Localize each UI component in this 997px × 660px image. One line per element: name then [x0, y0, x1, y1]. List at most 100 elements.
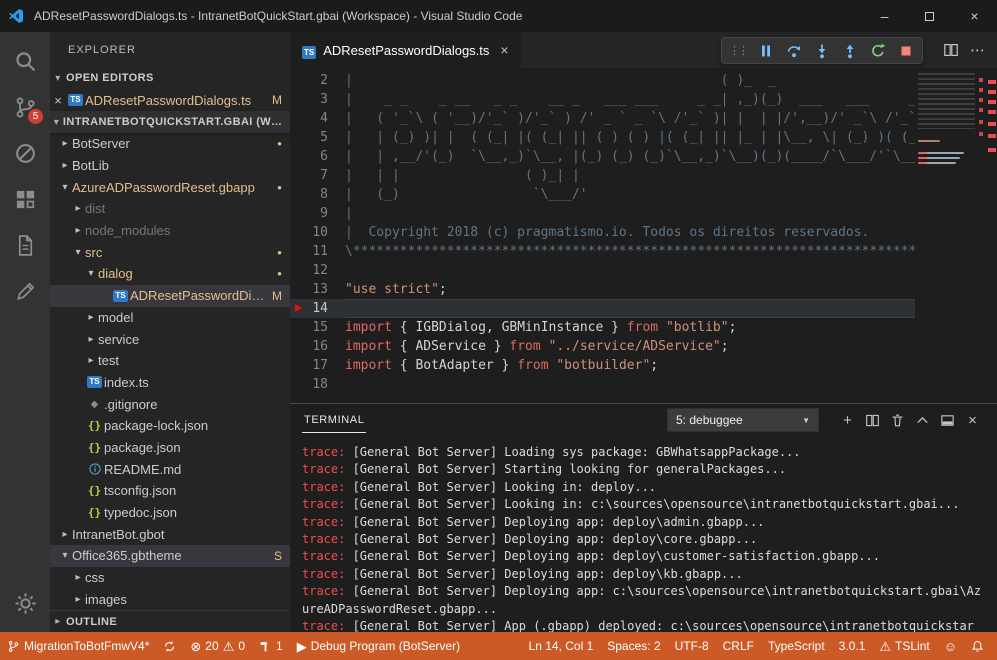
debug-target-status[interactable]: ▶Debug Program (BotServer) — [290, 632, 467, 660]
tree-item-package-lock.json[interactable]: {}package-lock.json — [50, 415, 290, 437]
minimize-button[interactable]: – — [862, 0, 907, 32]
tree-item-css[interactable]: ▸css — [50, 567, 290, 589]
close-panel-button[interactable]: × — [960, 408, 985, 432]
line-number[interactable]: 9 — [290, 204, 345, 223]
open-editor-item[interactable]: × TS ADResetPasswordDialogs.ts M — [50, 89, 290, 111]
stop-button[interactable] — [892, 38, 920, 63]
documents-button[interactable] — [0, 222, 50, 268]
editor-gutter[interactable]: 23456789101112131415161718 — [290, 68, 345, 403]
pause-button[interactable] — [752, 38, 780, 63]
tree-item-botserver[interactable]: ▸BotServer● — [50, 133, 290, 155]
tree-item-src[interactable]: ▾src● — [50, 241, 290, 263]
tree-item-readme.md[interactable]: README.md — [50, 458, 290, 480]
drag-handle-button[interactable]: ⋮⋮ — [724, 38, 752, 63]
language-mode[interactable]: TypeScript — [761, 632, 832, 660]
maximize-button[interactable] — [907, 0, 952, 32]
close-window-button[interactable]: × — [952, 0, 997, 32]
tab-adresetpassworddialogs[interactable]: TS ADResetPasswordDialogs.ts × — [290, 32, 521, 68]
eol-sequence[interactable]: CRLF — [716, 632, 761, 660]
terminal-line: trace: [General Bot Server] Loading sys … — [302, 444, 987, 461]
problems-status[interactable]: ⊗20⚠0 — [183, 632, 252, 660]
step-into-button[interactable] — [808, 38, 836, 63]
code-editor[interactable]: 23456789101112131415161718 | ( )_ _ || _… — [290, 68, 997, 403]
sync-status[interactable] — [156, 632, 183, 660]
title-bar: ADResetPasswordDialogs.ts - IntranetBotQ… — [0, 0, 997, 32]
line-number[interactable]: 5 — [290, 128, 345, 147]
line-number[interactable]: 3 — [290, 90, 345, 109]
kill-terminal-button[interactable] — [885, 408, 910, 432]
settings-button[interactable] — [0, 580, 50, 626]
line-number[interactable]: 12 — [290, 261, 345, 280]
tree-item-label: AzureADPasswordReset.gbapp — [72, 180, 271, 195]
line-number[interactable]: 4 — [290, 109, 345, 128]
tree-item-.gitignore[interactable]: ◆.gitignore — [50, 393, 290, 415]
terminal-selector[interactable]: 5: debuggee ▼ — [667, 408, 819, 432]
more-actions-button[interactable]: ⋯ — [964, 37, 991, 63]
tree-item-index.ts[interactable]: TSindex.ts — [50, 372, 290, 394]
modified-dot-icon: ● — [277, 269, 282, 278]
tree-item-dist[interactable]: ▸dist — [50, 198, 290, 220]
maximize-panel-button[interactable] — [910, 408, 935, 432]
extensions-button[interactable] — [0, 176, 50, 222]
ts-version[interactable]: 3.0.1 — [832, 632, 873, 660]
tree-item-package.json[interactable]: {}package.json — [50, 437, 290, 459]
indentation[interactable]: Spaces: 2 — [600, 632, 667, 660]
tree-item-service[interactable]: ▸service — [50, 328, 290, 350]
debug-button[interactable] — [0, 130, 50, 176]
line-number[interactable]: 13 — [290, 280, 345, 299]
line-number[interactable]: 6 — [290, 147, 345, 166]
line-number[interactable]: 17 — [290, 356, 345, 375]
line-number[interactable]: 15 — [290, 318, 345, 337]
line-number[interactable]: 18 — [290, 375, 345, 394]
terminal-line: trace: [General Bot Server] Deploying ap… — [302, 548, 987, 565]
tree-item-images[interactable]: ▸images — [50, 588, 290, 610]
close-editor-icon[interactable]: × — [50, 93, 66, 108]
tree-item-node-modules[interactable]: ▸node_modules — [50, 220, 290, 242]
gitignore-file-icon: ◆ — [85, 399, 104, 410]
search-button[interactable] — [0, 38, 50, 84]
line-number[interactable]: 2 — [290, 71, 345, 90]
tree-item-test[interactable]: ▸test — [50, 350, 290, 372]
tslint-status[interactable]: ⚠TSLint — [872, 632, 936, 660]
tree-item-azureadpasswordreset.gbapp[interactable]: ▾AzureADPasswordReset.gbapp● — [50, 176, 290, 198]
line-number[interactable]: 14 — [290, 299, 345, 318]
terminal-output[interactable]: trace: [General Bot Server] Loading sys … — [290, 436, 997, 632]
minimap[interactable] — [915, 68, 985, 403]
tree-item-botlib[interactable]: ▸BotLib — [50, 155, 290, 177]
tree-item-typedoc.json[interactable]: {}typedoc.json — [50, 502, 290, 524]
tree-item-office365.gbtheme[interactable]: ▾Office365.gbthemeS — [50, 545, 290, 567]
outline-section-header[interactable]: ▸ OUTLINE — [50, 610, 290, 632]
source-control-button[interactable]: 5 — [0, 84, 50, 130]
tree-item-dialog[interactable]: ▾dialog● — [50, 263, 290, 285]
line-number[interactable]: 10 — [290, 223, 345, 242]
workspace-section-header[interactable]: ▾ INTRANETBOTQUICKSTART.GBAI (WORKSPACE) — [50, 111, 290, 133]
line-number[interactable]: 16 — [290, 337, 345, 356]
terminal-panel: TERMINAL 5: debuggee ▼ + × trace: [Genera… — [290, 403, 997, 632]
git-branch-status[interactable]: MigrationToBotFmwV4* — [0, 632, 156, 660]
split-editor-button[interactable] — [937, 37, 964, 63]
line-number[interactable]: 11 — [290, 242, 345, 261]
edit-tools-button[interactable] — [0, 268, 50, 314]
restart-button[interactable] — [864, 38, 892, 63]
tree-item-label: package-lock.json — [104, 418, 282, 433]
split-terminal-button[interactable] — [860, 408, 885, 432]
close-tab-icon[interactable]: × — [500, 42, 508, 58]
new-terminal-button[interactable]: + — [835, 408, 860, 432]
cursor-position[interactable]: Ln 14, Col 1 — [522, 632, 601, 660]
move-panel-button[interactable] — [935, 408, 960, 432]
tree-item-intranetbot.gbot[interactable]: ▸IntranetBot.gbot — [50, 523, 290, 545]
line-number[interactable]: 7 — [290, 166, 345, 185]
notifications[interactable] — [964, 632, 991, 660]
open-editors-header[interactable]: ▾ OPEN EDITORS — [50, 67, 290, 89]
tree-item-adresetpassworddialogs.ts[interactable]: TSADResetPasswordDialogs.tsM — [50, 285, 290, 307]
code-line: \***************************************… — [345, 242, 915, 261]
step-over-button[interactable] — [780, 38, 808, 63]
tree-item-tsconfig.json[interactable]: {}tsconfig.json — [50, 480, 290, 502]
feedback[interactable]: ☺ — [937, 632, 964, 660]
tools-status[interactable]: 1 — [252, 632, 290, 660]
step-out-button[interactable] — [836, 38, 864, 63]
line-number[interactable]: 8 — [290, 185, 345, 204]
tree-item-model[interactable]: ▸model — [50, 307, 290, 329]
encoding[interactable]: UTF-8 — [668, 632, 716, 660]
terminal-tab[interactable]: TERMINAL — [302, 407, 366, 433]
